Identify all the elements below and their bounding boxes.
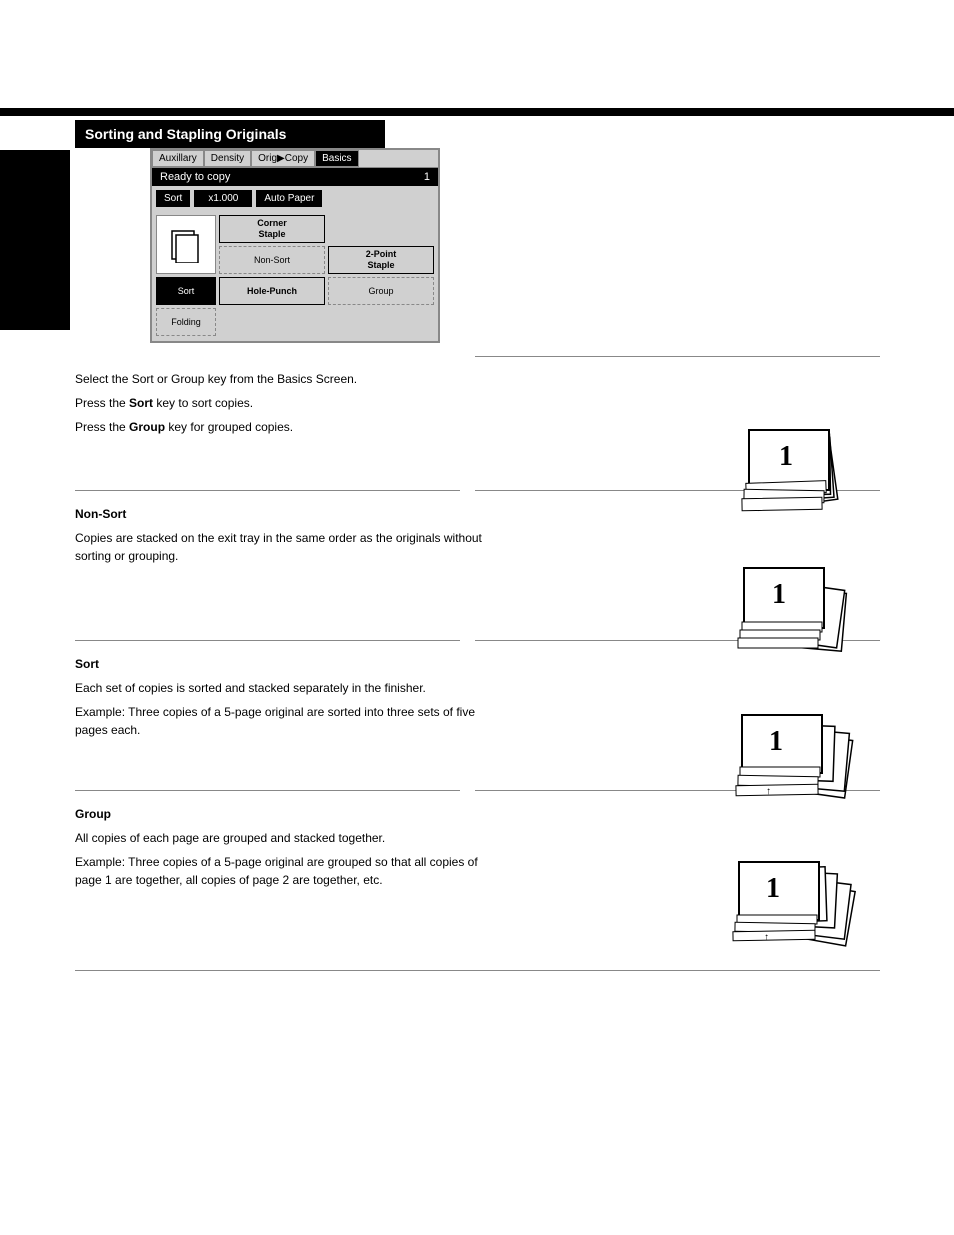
folding-button[interactable]: Folding [156,308,216,336]
svg-text:1: 1 [769,726,783,757]
text-block-sort: Sort Each set of copies is sorted and st… [75,655,505,739]
divider-4a [75,790,460,791]
divider-1 [475,356,880,357]
empty-cell-1 [328,215,434,243]
status-row: Ready to copy 1 [152,168,438,186]
grid-area: CornerStaple Non-Sort 2-PointStaple Sort… [152,211,438,340]
intro-text-1: Select the Sort or Group key from the Ba… [75,370,505,388]
text-block-intro: Select the Sort or Group key from the Ba… [75,370,505,436]
sort-button-2[interactable]: Sort [156,277,216,305]
left-sidebar [0,150,70,330]
divider-3a [75,640,460,641]
svg-text:↑: ↑ [764,932,769,943]
svg-text:1: 1 [772,579,786,610]
corner-staple-button[interactable]: CornerStaple [219,215,325,243]
stack-illustration-2: 1 [724,530,874,660]
control-row: Sort x1.000 Auto Paper [152,186,438,211]
nonsort-desc: Copies are stacked on the exit tray in t… [75,529,505,565]
tab-auxillary[interactable]: Auxillary [152,150,204,167]
svg-text:1: 1 [779,441,793,472]
paper-icon [168,227,204,263]
non-sort-button[interactable]: Non-Sort [219,246,325,274]
sort-desc: Each set of copies is sorted and stacked… [75,679,505,697]
tab-orig-copy[interactable]: Orig▶Copy [251,150,315,167]
copier-panel: Auxillary Density Orig▶Copy Basics Ready… [150,148,440,343]
page-number: 1 [424,171,430,183]
nonsort-title: Non-Sort [75,505,505,523]
stack-illustration-3: 3 1 ↑ [724,680,874,810]
group-button[interactable]: Group [328,277,434,305]
stack-illustration-4: 5 3 1 ↑ [724,830,874,960]
group-desc-2: Example: Three copies of a 5-page origin… [75,853,505,889]
sort-desc-2: Example: Three copies of a 5-page origin… [75,703,505,739]
divider-2a [75,490,460,491]
text-block-nonsort: Non-Sort Copies are stacked on the exit … [75,505,505,565]
auto-paper-button[interactable]: Auto Paper [256,190,322,207]
tab-density[interactable]: Density [204,150,251,167]
divider-bottom [75,970,880,971]
sort-title: Sort [75,655,505,673]
section-header: Sorting and Stapling Originals [75,120,385,148]
tabs-row: Auxillary Density Orig▶Copy Basics [152,150,438,168]
text-block-group: Group All copies of each page are groupe… [75,805,505,889]
status-text: Ready to copy [160,171,230,183]
two-point-staple-button[interactable]: 2-PointStaple [328,246,434,274]
top-bar [0,108,954,116]
svg-text:1: 1 [766,873,780,904]
intro-text-2: Press the Sort key to sort copies. [75,394,505,412]
count-button[interactable]: x1.000 [194,190,252,207]
stack-illustration-1: 1 [724,390,874,520]
svg-text:↑: ↑ [766,786,771,797]
paper-icon-box [156,215,216,274]
hole-punch-button[interactable]: Hole-Punch [219,277,325,305]
intro-text-3: Press the Group key for grouped copies. [75,418,505,436]
section-title: Sorting and Stapling Originals [85,126,286,142]
sort-button[interactable]: Sort [156,190,190,207]
group-title: Group [75,805,505,823]
group-desc: All copies of each page are grouped and … [75,829,505,847]
tab-basics[interactable]: Basics [315,150,358,167]
